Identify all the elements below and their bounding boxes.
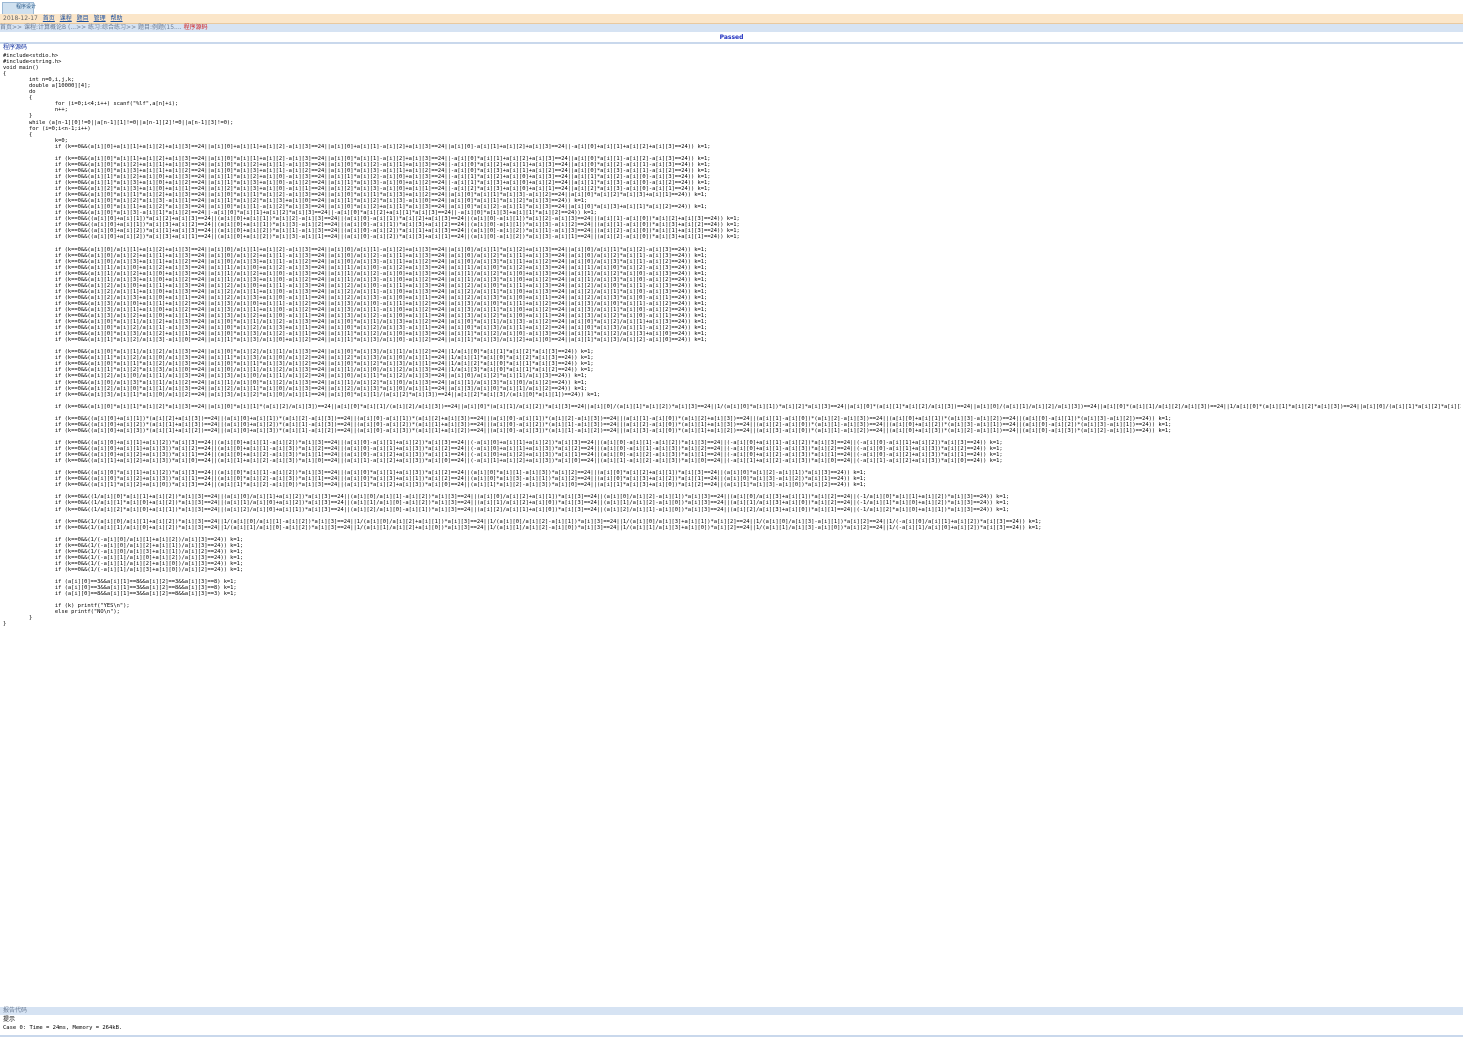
code-line: if (k==0&&(a[i][0]*a[i][1]*a[i][2]*a[i][… — [3, 403, 1461, 410]
hint-text: Case 0: Time = 24ms, Memory = 264kB. — [3, 1025, 123, 1031]
bottom-divider — [0, 1035, 1463, 1037]
breadcrumb: 首页>> 课程:计算概论B (...>> 练习:综合练习>> 题目:例题(15.… — [0, 24, 1463, 32]
nav-bar: 2018-12-17 首页 课程 题目 管理 帮助 — [0, 14, 1463, 24]
breadcrumb-current: 程序源码 — [183, 24, 208, 31]
nav-link-manage[interactable]: 管理 — [94, 15, 106, 22]
top-header: 程序设计 — [0, 0, 1463, 15]
section-title: 程序源码 — [3, 44, 28, 51]
nav-link-problem[interactable]: 题目 — [77, 15, 89, 22]
hint-title: 提示 — [3, 1016, 16, 1023]
report-code-bar: 报告代码 — [0, 1007, 1463, 1015]
divider — [0, 42, 1463, 44]
report-code-link[interactable]: 报告代码 — [3, 1007, 27, 1014]
breadcrumb-path[interactable]: 首页>> 课程:计算概论B (...>> 练习:综合练习>> 题目:例题(15.… — [0, 24, 182, 31]
nav-date: 2018-12-17 — [3, 15, 38, 22]
code-line: } — [3, 621, 7, 628]
status-badge: Passed — [719, 34, 744, 41]
nav-link-help[interactable]: 帮助 — [111, 15, 123, 22]
nav-link-home[interactable]: 首页 — [43, 15, 55, 22]
nav-link-course[interactable]: 课程 — [60, 15, 72, 22]
source-code-block: #include<stdio.h> #include<string.h> void … — [3, 53, 1461, 1007]
logo-text: 程序设计 — [16, 4, 37, 10]
